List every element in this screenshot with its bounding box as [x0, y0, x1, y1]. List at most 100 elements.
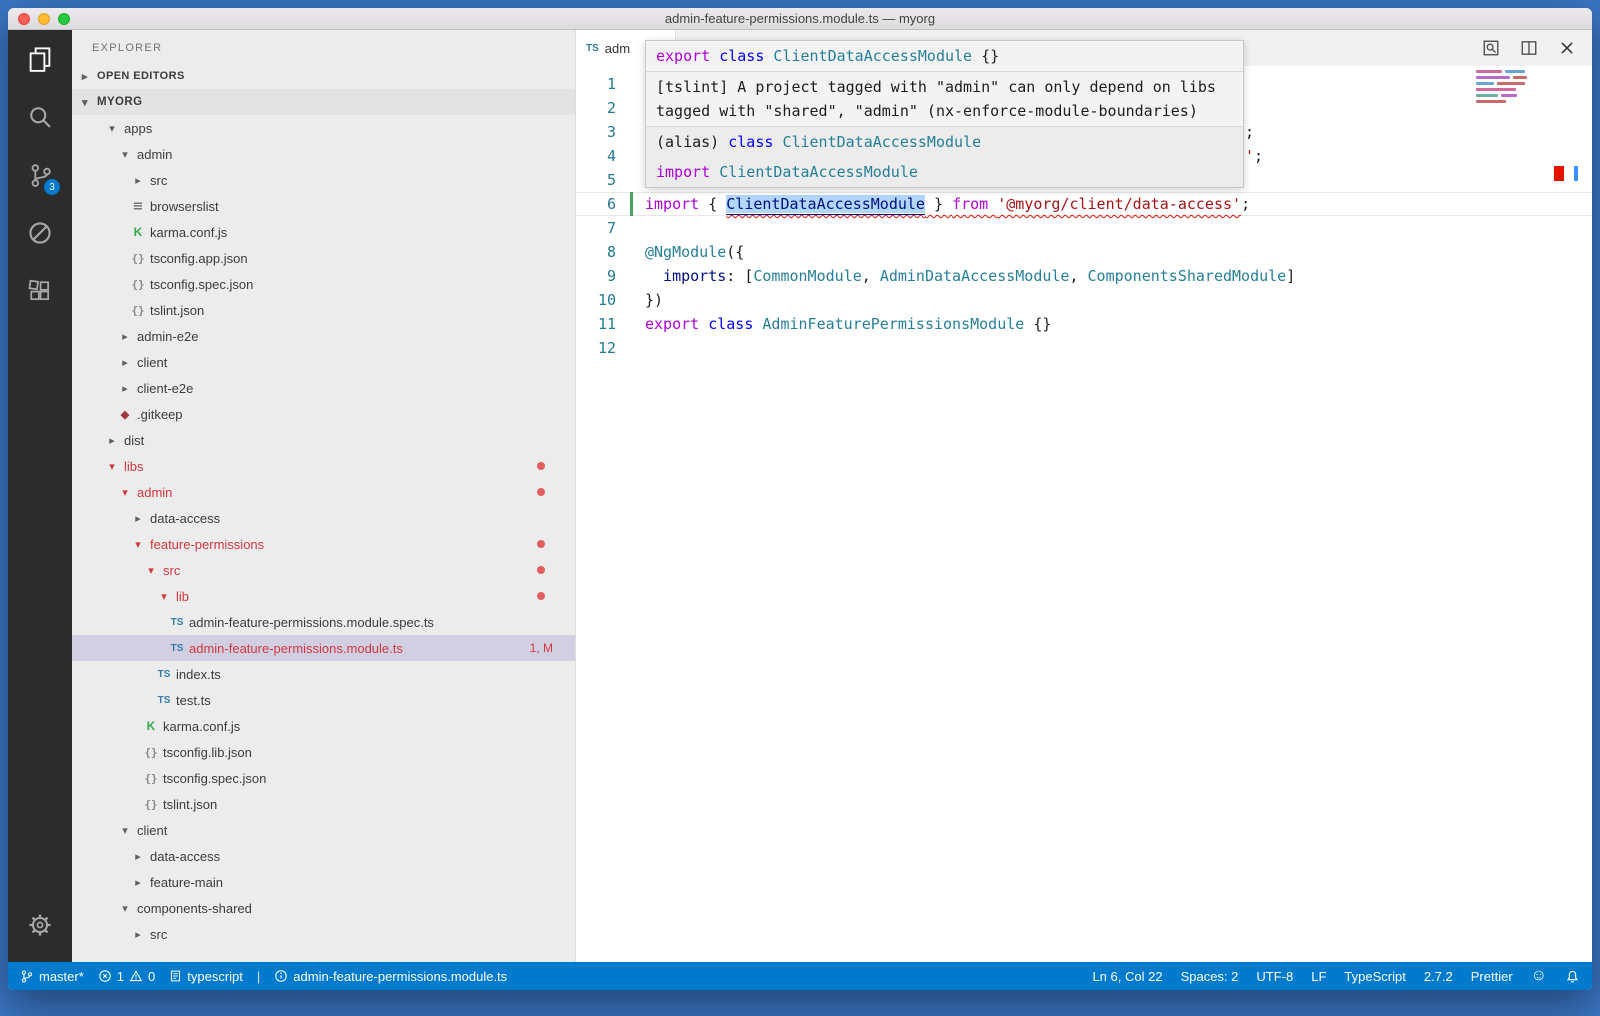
tree-item-tsconfig-spec-json[interactable]: {}tsconfig.spec.json	[72, 271, 575, 297]
minimap[interactable]	[1476, 70, 1546, 106]
code-token: ClientDataAccessModule	[719, 163, 918, 181]
tree-item-feature-permissions[interactable]: ▾feature-permissions	[72, 531, 575, 557]
feedback-smiley-icon[interactable]: ☺	[1531, 968, 1547, 984]
encoding[interactable]: UTF-8	[1256, 969, 1293, 984]
json-file-icon: {}	[129, 252, 147, 265]
tree-item-tsconfig-lib-json[interactable]: {}tsconfig.lib.json	[72, 739, 575, 765]
chevron-down-icon: ▾	[116, 902, 134, 915]
sidebar-title: EXPLORER	[72, 30, 575, 63]
tree-item-admin[interactable]: ▾admin	[72, 141, 575, 167]
explorer-sidebar: EXPLORER ▸OPEN EDITORS▾MYORG▾apps▾admin▸…	[72, 30, 576, 962]
tree-item-tslint-json[interactable]: {}tslint.json	[72, 297, 575, 323]
tree-item-src[interactable]: ▾src	[72, 557, 575, 583]
tree-item-label: tsconfig.spec.json	[147, 277, 253, 292]
tree-item-open-editors[interactable]: ▸OPEN EDITORS	[72, 63, 575, 89]
tree-item-tslint-json[interactable]: {}tslint.json	[72, 791, 575, 817]
tree-item-components-shared[interactable]: ▾components-shared	[72, 895, 575, 921]
tree-item-src[interactable]: ▸src	[72, 921, 575, 947]
file-info-status[interactable]: admin-feature-permissions.module.ts	[274, 969, 507, 984]
open-preview-icon[interactable]	[1480, 37, 1502, 59]
eol-sequence[interactable]: LF	[1311, 969, 1326, 984]
ts-version[interactable]: 2.7.2	[1424, 969, 1453, 984]
tree-item-label: test.ts	[173, 693, 211, 708]
close-window-button[interactable]	[18, 13, 30, 25]
indentation[interactable]: Spaces: 2	[1181, 969, 1239, 984]
tree-item-myorg[interactable]: ▾MYORG	[72, 89, 575, 115]
chevron-down-icon: ▾	[103, 460, 121, 473]
formatter-status[interactable]: Prettier	[1471, 969, 1513, 984]
tree-item-browserslist[interactable]: ≡browserslist	[72, 193, 575, 219]
tree-item--gitkeep[interactable]: ◆.gitkeep	[72, 401, 575, 427]
code-line-11[interactable]: 11export class AdminFeaturePermissionsMo…	[576, 312, 1592, 336]
notifications-bell-icon[interactable]	[1565, 969, 1580, 984]
tree-item-admin-feature-permissions-module-spec-ts[interactable]: TSadmin-feature-permissions.module.spec.…	[72, 609, 575, 635]
chevron-right-icon: ▸	[129, 928, 147, 941]
code-token: {}	[972, 47, 999, 65]
tree-item-client[interactable]: ▾client	[72, 817, 575, 843]
language-mode[interactable]: TypeScript	[1344, 969, 1405, 984]
code-token: from	[952, 195, 988, 213]
code-line-7[interactable]: 7	[576, 216, 1592, 240]
chevron-right-icon: ▸	[116, 356, 134, 369]
symbol-link[interactable]: ClientDataAccessModule	[726, 195, 925, 213]
settings-gear-icon[interactable]	[8, 896, 72, 954]
git-file-icon: ◆	[116, 408, 134, 421]
code-line-10[interactable]: 10})	[576, 288, 1592, 312]
tree-item-libs[interactable]: ▾libs	[72, 453, 575, 479]
problems-status[interactable]: 1 0	[98, 969, 155, 984]
code-token: ,	[1069, 267, 1087, 285]
chevron-right-icon: ▸	[116, 382, 134, 395]
code-token: class	[719, 47, 764, 65]
chevron-down-icon: ▾	[76, 96, 94, 109]
chevron-right-icon: ▸	[116, 330, 134, 343]
zoom-window-button[interactable]	[58, 13, 70, 25]
tree-item-tsconfig-app-json[interactable]: {}tsconfig.app.json	[72, 245, 575, 271]
tree-item-client[interactable]: ▸client	[72, 349, 575, 375]
debug-icon[interactable]	[8, 204, 72, 262]
tree-item-label: feature-main	[147, 875, 223, 890]
tree-item-apps[interactable]: ▾apps	[72, 115, 575, 141]
linter-status[interactable]: typescript	[169, 969, 243, 984]
tree-item-data-access[interactable]: ▸data-access	[72, 843, 575, 869]
explorer-icon[interactable]	[8, 30, 72, 88]
tree-item-label: tsconfig.spec.json	[160, 771, 266, 786]
code-token: CommonModule	[753, 267, 861, 285]
tree-item-admin-e2e[interactable]: ▸admin-e2e	[72, 323, 575, 349]
branch-status[interactable]: master*	[20, 969, 84, 984]
ts-file-icon: TS	[155, 695, 173, 706]
extensions-icon[interactable]	[8, 262, 72, 320]
tree-item-label: src	[147, 927, 167, 942]
tree-item-src[interactable]: ▸src	[72, 167, 575, 193]
close-editor-icon[interactable]	[1556, 37, 1578, 59]
cursor-position[interactable]: Ln 6, Col 22	[1092, 969, 1162, 984]
tree-item-client-e2e[interactable]: ▸client-e2e	[72, 375, 575, 401]
tree-item-feature-main[interactable]: ▸feature-main	[72, 869, 575, 895]
line-number: 6	[576, 192, 616, 216]
tree-item-dist[interactable]: ▸dist	[72, 427, 575, 453]
hover-message: [tslint] A project tagged with "admin" c…	[646, 72, 1243, 127]
minimize-window-button[interactable]	[38, 13, 50, 25]
code-line-6[interactable]: 6import { ClientDataAccessModule } from …	[576, 192, 1592, 216]
code-line-9[interactable]: 9 imports: [CommonModule, AdminDataAcces…	[576, 264, 1592, 288]
line-number: 7	[576, 216, 616, 240]
tree-item-lib[interactable]: ▾lib	[72, 583, 575, 609]
ts-file-icon: TS	[586, 43, 599, 54]
code-line-12[interactable]: 12	[576, 336, 1592, 360]
search-icon[interactable]	[8, 88, 72, 146]
source-control-icon[interactable]: 3	[8, 146, 72, 204]
tree-item-admin[interactable]: ▾admin	[72, 479, 575, 505]
code-token: export	[656, 47, 710, 65]
tree-item-index-ts[interactable]: TSindex.ts	[72, 661, 575, 687]
tree-item-data-access[interactable]: ▸data-access	[72, 505, 575, 531]
code-line-8[interactable]: 8@NgModule({	[576, 240, 1592, 264]
tree-item-test-ts[interactable]: TStest.ts	[72, 687, 575, 713]
code-token: ;	[1245, 123, 1254, 141]
info-icon	[274, 969, 288, 983]
tree-item-admin-feature-permissions-module-ts[interactable]: TSadmin-feature-permissions.module.ts1, …	[72, 635, 575, 661]
tree-item-karma-conf-js[interactable]: Kkarma.conf.js	[72, 713, 575, 739]
code-token	[710, 47, 719, 65]
split-editor-icon[interactable]	[1518, 37, 1540, 59]
tree-item-karma-conf-js[interactable]: Kkarma.conf.js	[72, 219, 575, 245]
tree-item-tsconfig-spec-json[interactable]: {}tsconfig.spec.json	[72, 765, 575, 791]
tree-item-label: feature-permissions	[147, 537, 264, 552]
